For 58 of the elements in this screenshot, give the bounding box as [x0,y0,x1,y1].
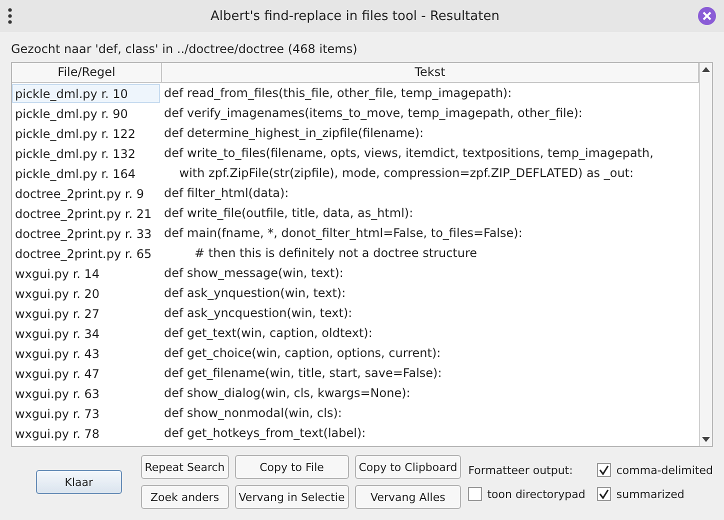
window-title: Albert's find-replace in files tool - Resultaten [210,8,500,24]
action-button[interactable]: Copy to Clipboard [354,455,462,479]
menu-icon[interactable] [8,8,12,24]
table-cell[interactable]: doctree_2print.py r. 33 [12,224,160,242]
table-cell-text: def show_dialog(win, cls, kwargs=None): [163,386,410,400]
table-cell-text: def main(fname, *, donot_filter_html=False, to_files=False): [163,226,522,240]
table-cell-text: def filter_html(data): [163,186,289,200]
down-arrow-icon[interactable] [702,437,710,442]
action-button[interactable]: Vervang Alles [354,485,462,509]
table-cell[interactable]: wxgui.py r. 78 [12,424,160,442]
done-button[interactable]: Klaar [36,470,122,494]
checkmark-icon [599,465,610,475]
table-cell-text: def get_text(win, caption, oldtext): [163,326,372,340]
checkbox[interactable]: comma-delimited [597,463,713,477]
table-cell-text: def get_choice(win, caption, options, current): [163,346,441,360]
table-cell-text: with zpf.ZipFile(str(zipfile), mode, compression=zpf.ZIP_DEFLATED) as _out: [178,166,634,180]
table-cell[interactable]: pickle_dml.py r. 90 [12,104,160,122]
table-cell[interactable]: wxgui.py r. 47 [12,364,160,382]
up-arrow-icon[interactable] [702,67,710,72]
table-cell[interactable]: pickle_dml.py r. 132 [12,144,160,162]
action-button[interactable]: Repeat Search [140,455,229,479]
format-label: Formatteer output: [468,464,574,476]
table-cell-text: def read_from_files(this_file, other_file, temp_imagepath): [163,86,512,100]
table-cell-text: def get_filename(win, title, start, save=False): [163,366,442,380]
table-cell[interactable]: doctree_2print.py r. 9 [12,184,160,202]
table-cell[interactable]: wxgui.py r. 20 [12,284,160,302]
search-summary: Gezocht naar 'def, class' in ../doctree/doctree (468 items) [11,42,358,56]
table-cell[interactable]: wxgui.py r. 27 [12,304,160,322]
table-cell[interactable]: wxgui.py r. 34 [12,324,160,342]
column-header[interactable]: Tekst [162,63,699,82]
table-cell[interactable]: doctree_2print.py r. 21 [12,204,160,222]
close-icon[interactable] [698,7,716,25]
table-cell[interactable]: wxgui.py r. 73 [12,404,160,422]
table-cell[interactable]: pickle_dml.py r. 10 [12,84,160,102]
checkbox[interactable]: summarized [597,487,713,501]
table-cell-text: def ask_ynquestion(win, text): [163,286,346,300]
checkmark-icon [599,489,610,499]
table-cell-text: def write_to_files(filename, opts, views, itemdict, textpositions, temp_imagepath, [163,146,654,160]
table-cell[interactable]: wxgui.py r. 63 [12,384,160,402]
action-button[interactable]: Copy to File [234,455,349,479]
table-cell[interactable]: wxgui.py r. 14 [12,264,160,282]
column-header[interactable]: File/Regel [12,63,162,82]
table-cell-text: def show_message(win, text): [163,266,344,280]
checkbox[interactable]: toon directorypad [468,487,586,501]
action-button[interactable]: Vervang in Selectie [234,485,349,509]
table-cell-text: def determine_highest_in_zipfile(filename): [163,126,424,140]
table-cell-text: def show_nonmodal(win, cls): [163,406,342,420]
table-cell[interactable]: pickle_dml.py r. 164 [12,164,160,182]
action-button[interactable]: Zoek anders [140,485,229,509]
table-cell-text: def get_hotkeys_from_text(label): [163,426,366,440]
table-cell[interactable]: pickle_dml.py r. 122 [12,124,160,142]
table-cell-text: def ask_yncquestion(win, text): [163,306,352,320]
table-cell-text: # then this is definitely not a doctree structure [194,246,478,260]
table-cell[interactable]: doctree_2print.py r. 65 [12,244,160,262]
table-cell[interactable]: wxgui.py r. 43 [12,344,160,362]
table-cell-text: def write_file(outfile, title, data, as_html): [163,206,414,220]
table-cell-text: def verify_imagenames(items_to_move, temp_imagepath, other_file): [163,106,582,120]
scrollbar[interactable] [699,63,712,446]
